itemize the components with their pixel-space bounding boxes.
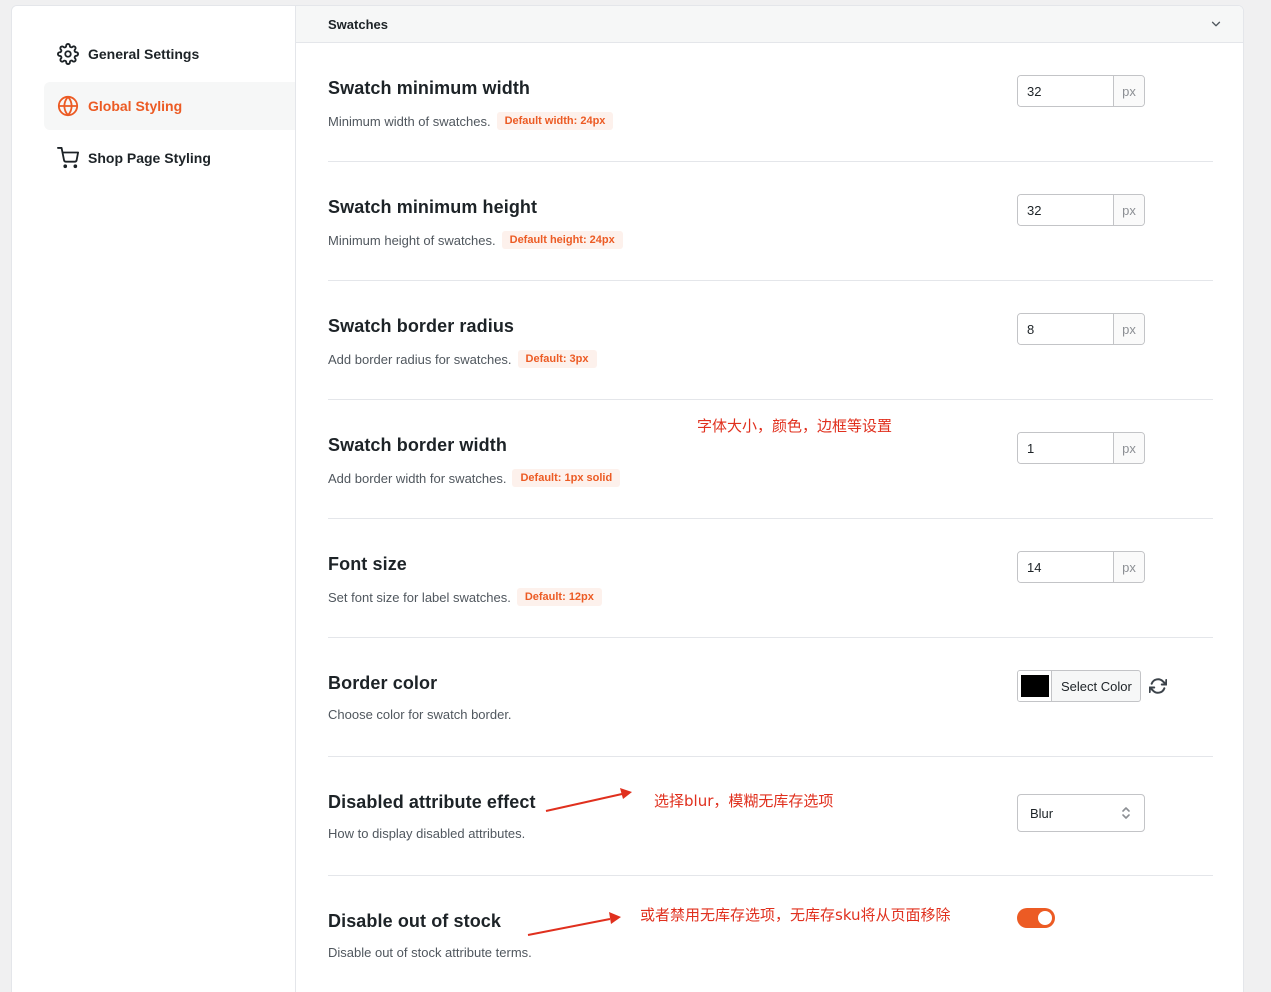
settings-list: Swatch minimum width Minimum width of sw… xyxy=(296,43,1243,992)
description-text: Disable out of stock attribute terms. xyxy=(328,945,532,960)
description-text: Minimum height of swatches. xyxy=(328,232,496,248)
setting-row-swatch-border-radius: Swatch border radius Add border radius f… xyxy=(328,281,1213,400)
globe-icon xyxy=(57,95,79,117)
setting-title: Swatch minimum width xyxy=(328,78,531,98)
setting-description: Add border width for swatches. Default: … xyxy=(328,469,621,487)
chevron-up-down-icon xyxy=(1122,807,1130,819)
swatch-min-width-input[interactable] xyxy=(1018,76,1113,106)
unit-label: px xyxy=(1113,433,1144,463)
setting-title: Swatch minimum height xyxy=(328,197,538,217)
setting-title: Border color xyxy=(328,673,438,693)
unit-label: px xyxy=(1113,314,1144,344)
annotation-disable-note: 或者禁用无库存选项，无库存sku将从页面移除 xyxy=(640,906,951,924)
disable-out-of-stock-toggle[interactable] xyxy=(1017,908,1055,928)
select-color-button[interactable]: Select Color xyxy=(1017,670,1141,702)
toggle-control xyxy=(1017,908,1055,928)
swatch-min-height-input[interactable] xyxy=(1018,195,1113,225)
setting-description: How to display disabled attributes. xyxy=(328,826,525,841)
number-control: px xyxy=(1017,75,1145,107)
app-window: General Settings Global Styling Shop Pag… xyxy=(11,5,1244,992)
default-badge: Default: 12px xyxy=(516,588,602,606)
number-input-group: px xyxy=(1017,313,1145,345)
description-text: Choose color for swatch border. xyxy=(328,707,512,722)
section-header-swatches[interactable]: Swatches xyxy=(296,6,1243,43)
default-badge: Default width: 24px xyxy=(496,112,614,130)
sidebar-item-label: Global Styling xyxy=(88,98,183,114)
setting-description: Minimum height of swatches. Default heig… xyxy=(328,231,623,249)
setting-row-swatch-min-height: Swatch minimum height Minimum height of … xyxy=(328,162,1213,281)
select-value: Blur xyxy=(1030,805,1054,821)
sidebar-item-general-settings[interactable]: General Settings xyxy=(44,30,295,78)
annotation-arrow-blur xyxy=(545,788,632,812)
setting-description: Add border radius for swatches. Default:… xyxy=(328,350,597,368)
cart-icon xyxy=(57,147,79,169)
font-size-input[interactable] xyxy=(1018,552,1113,582)
setting-description: Minimum width of swatches. Default width… xyxy=(328,112,614,130)
setting-title: Swatch border width xyxy=(328,435,507,455)
setting-description: Choose color for swatch border. xyxy=(328,707,512,722)
main-panel: Swatches Swatch minimum width Minimum wi… xyxy=(295,6,1243,992)
description-text: Add border width for swatches. xyxy=(328,470,507,486)
annotation-styling-note: 字体大小，颜色，边框等设置 xyxy=(697,417,893,435)
select-color-label: Select Color xyxy=(1061,678,1132,694)
number-control: px xyxy=(1017,313,1145,345)
setting-row-disable-out-of-stock: Disable out of stock Disable out of stoc… xyxy=(328,876,1213,992)
unit-label: px xyxy=(1113,76,1144,106)
toggle-knob xyxy=(1038,911,1052,925)
chevron-down-icon[interactable] xyxy=(1209,17,1223,31)
setting-description: Disable out of stock attribute terms. xyxy=(328,945,532,960)
setting-title: Disabled attribute effect xyxy=(328,792,536,812)
select-control: Blur xyxy=(1017,794,1145,832)
color-swatch[interactable] xyxy=(1018,671,1052,701)
number-input-group: px xyxy=(1017,432,1145,464)
unit-label: px xyxy=(1113,552,1144,582)
description-text: Add border radius for swatches. xyxy=(328,351,512,367)
number-input-group: px xyxy=(1017,194,1145,226)
sidebar-item-global-styling[interactable]: Global Styling xyxy=(44,82,295,130)
number-control: px xyxy=(1017,432,1145,464)
color-picker: Select Color xyxy=(1017,670,1167,702)
setting-title: Font size xyxy=(328,554,407,574)
description-text: How to display disabled attributes. xyxy=(328,826,526,841)
number-control: px xyxy=(1017,551,1145,583)
setting-row-border-color: Border color Choose color for swatch bor… xyxy=(328,638,1213,757)
annotation-blur-note: 选择blur，模糊无库存选项 xyxy=(654,792,834,810)
description-text: Minimum width of swatches. xyxy=(328,113,491,129)
setting-row-disabled-attribute-effect: Disabled attribute effect How to display… xyxy=(328,757,1213,876)
swatch-border-radius-input[interactable] xyxy=(1018,314,1113,344)
sidebar-item-shop-page-styling[interactable]: Shop Page Styling xyxy=(44,134,295,182)
default-badge: Default: 3px xyxy=(517,350,597,368)
gear-icon xyxy=(57,43,79,65)
sidebar: General Settings Global Styling Shop Pag… xyxy=(12,6,295,992)
description-text: Set font size for label swatches. xyxy=(328,589,511,605)
number-control: px xyxy=(1017,194,1145,226)
setting-title: Disable out of stock xyxy=(328,911,502,931)
default-badge: Default height: 24px xyxy=(501,231,623,249)
setting-title: Swatch border radius xyxy=(328,316,515,336)
setting-row-swatch-min-width: Swatch minimum width Minimum width of sw… xyxy=(328,43,1213,162)
color-swatch-fill xyxy=(1020,675,1049,697)
annotation-arrow-disable xyxy=(527,912,621,936)
disabled-effect-select[interactable]: Blur xyxy=(1017,794,1145,832)
default-badge: Default: 1px solid xyxy=(512,469,621,487)
sidebar-item-label: Shop Page Styling xyxy=(88,150,211,166)
setting-description: Set font size for label swatches. Defaul… xyxy=(328,588,602,606)
setting-row-font-size: Font size Set font size for label swatch… xyxy=(328,519,1213,638)
refresh-icon[interactable] xyxy=(1148,677,1167,695)
number-input-group: px xyxy=(1017,75,1145,107)
number-input-group: px xyxy=(1017,551,1145,583)
sidebar-item-label: General Settings xyxy=(88,46,200,62)
unit-label: px xyxy=(1113,195,1144,225)
swatch-border-width-input[interactable] xyxy=(1018,433,1113,463)
section-title: Swatches xyxy=(328,16,388,32)
